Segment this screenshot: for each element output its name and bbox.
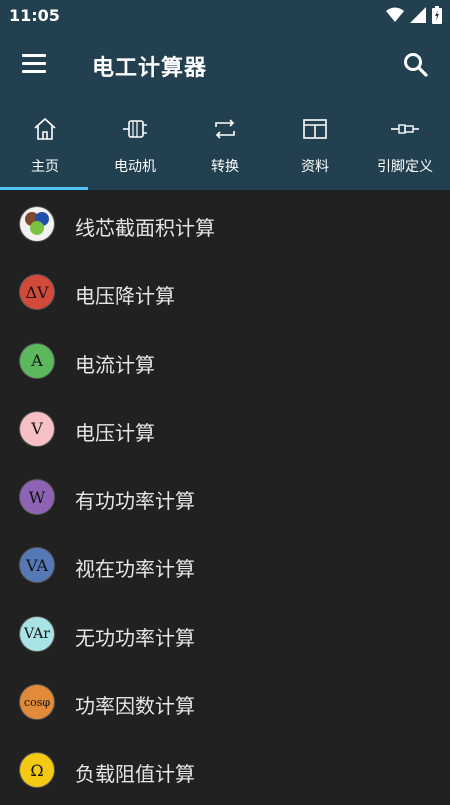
list-item-active-power[interactable]: W 有功功率计算 [0,463,450,531]
tab-label: 转换 [211,159,239,175]
list-item-load-resistance[interactable]: Ω 负载阻值计算 [0,736,450,804]
var-icon: VAr [20,616,54,651]
list-item-power-factor[interactable]: cosφ 功率因数计算 [0,668,450,736]
item-label: 线芯截面积计算 [75,216,215,240]
list-item-current[interactable]: A 电流计算 [0,327,450,395]
volt-ampere-icon: VA [20,548,54,583]
tab-label: 引脚定义 [377,159,433,175]
search-icon[interactable] [402,51,430,79]
tab-label: 主页 [31,159,59,175]
tab-label: 资料 [301,159,329,175]
tab-convert[interactable]: 转换 [180,100,270,190]
item-label: 功率因数计算 [75,694,195,719]
voltage-icon: V [20,411,54,446]
list-item-wire-section[interactable]: 线芯截面积计算 [0,190,450,258]
status-icons [386,6,442,24]
signal-icon [410,7,426,23]
connector-icon [391,124,419,134]
wire-cores-graphic [25,212,49,235]
list-item-reactive-power[interactable]: VAr 无功功率计算 [0,600,450,668]
list-item-voltage-drop[interactable]: ΔV 电压降计算 [0,258,450,326]
tab-reference[interactable]: 资料 [270,100,360,190]
voltage-drop-icon: ΔV [20,275,54,310]
tab-pinout[interactable]: 引脚定义 [360,100,450,190]
app-title: 电工计算器 [92,56,208,81]
convert-icon [215,119,235,139]
wifi-icon [386,7,404,22]
item-label: 有功功率计算 [75,489,195,514]
app-bar: 电工计算器 [0,32,450,100]
tab-home[interactable]: 主页 [0,100,90,190]
item-label: 电压降计算 [75,284,175,309]
home-icon [34,117,56,140]
status-time: 11:05 [9,6,60,25]
current-icon: A [20,343,54,378]
table-icon [303,119,327,139]
item-label: 视在功率计算 [75,557,195,582]
ohm-icon: Ω [20,753,54,788]
tab-motor[interactable]: 电动机 [90,100,180,190]
status-bar: 11:05 [0,0,450,32]
watt-icon: W [20,480,54,515]
item-label: 无功功率计算 [75,625,195,650]
tab-label: 电动机 [114,159,156,175]
list-item-apparent-power[interactable]: VA 视在功率计算 [0,531,450,599]
battery-icon [432,6,442,24]
motor-icon [123,120,147,138]
list-item-voltage[interactable]: V 电压计算 [0,395,450,463]
item-label: 负载阻值计算 [75,762,195,787]
item-label: 电压计算 [75,420,155,445]
calculator-list: 线芯截面积计算 ΔV 电压降计算 A 电流计算 V 电压计算 W 有功功率计算 … [0,190,450,805]
tab-bar: 主页 电动机 转换 资料 引脚定义 [0,100,450,190]
item-label: 电流计算 [75,352,155,377]
menu-icon[interactable] [22,54,48,76]
wire-core-icon [20,207,54,241]
cosphi-icon: cosφ [20,685,54,720]
